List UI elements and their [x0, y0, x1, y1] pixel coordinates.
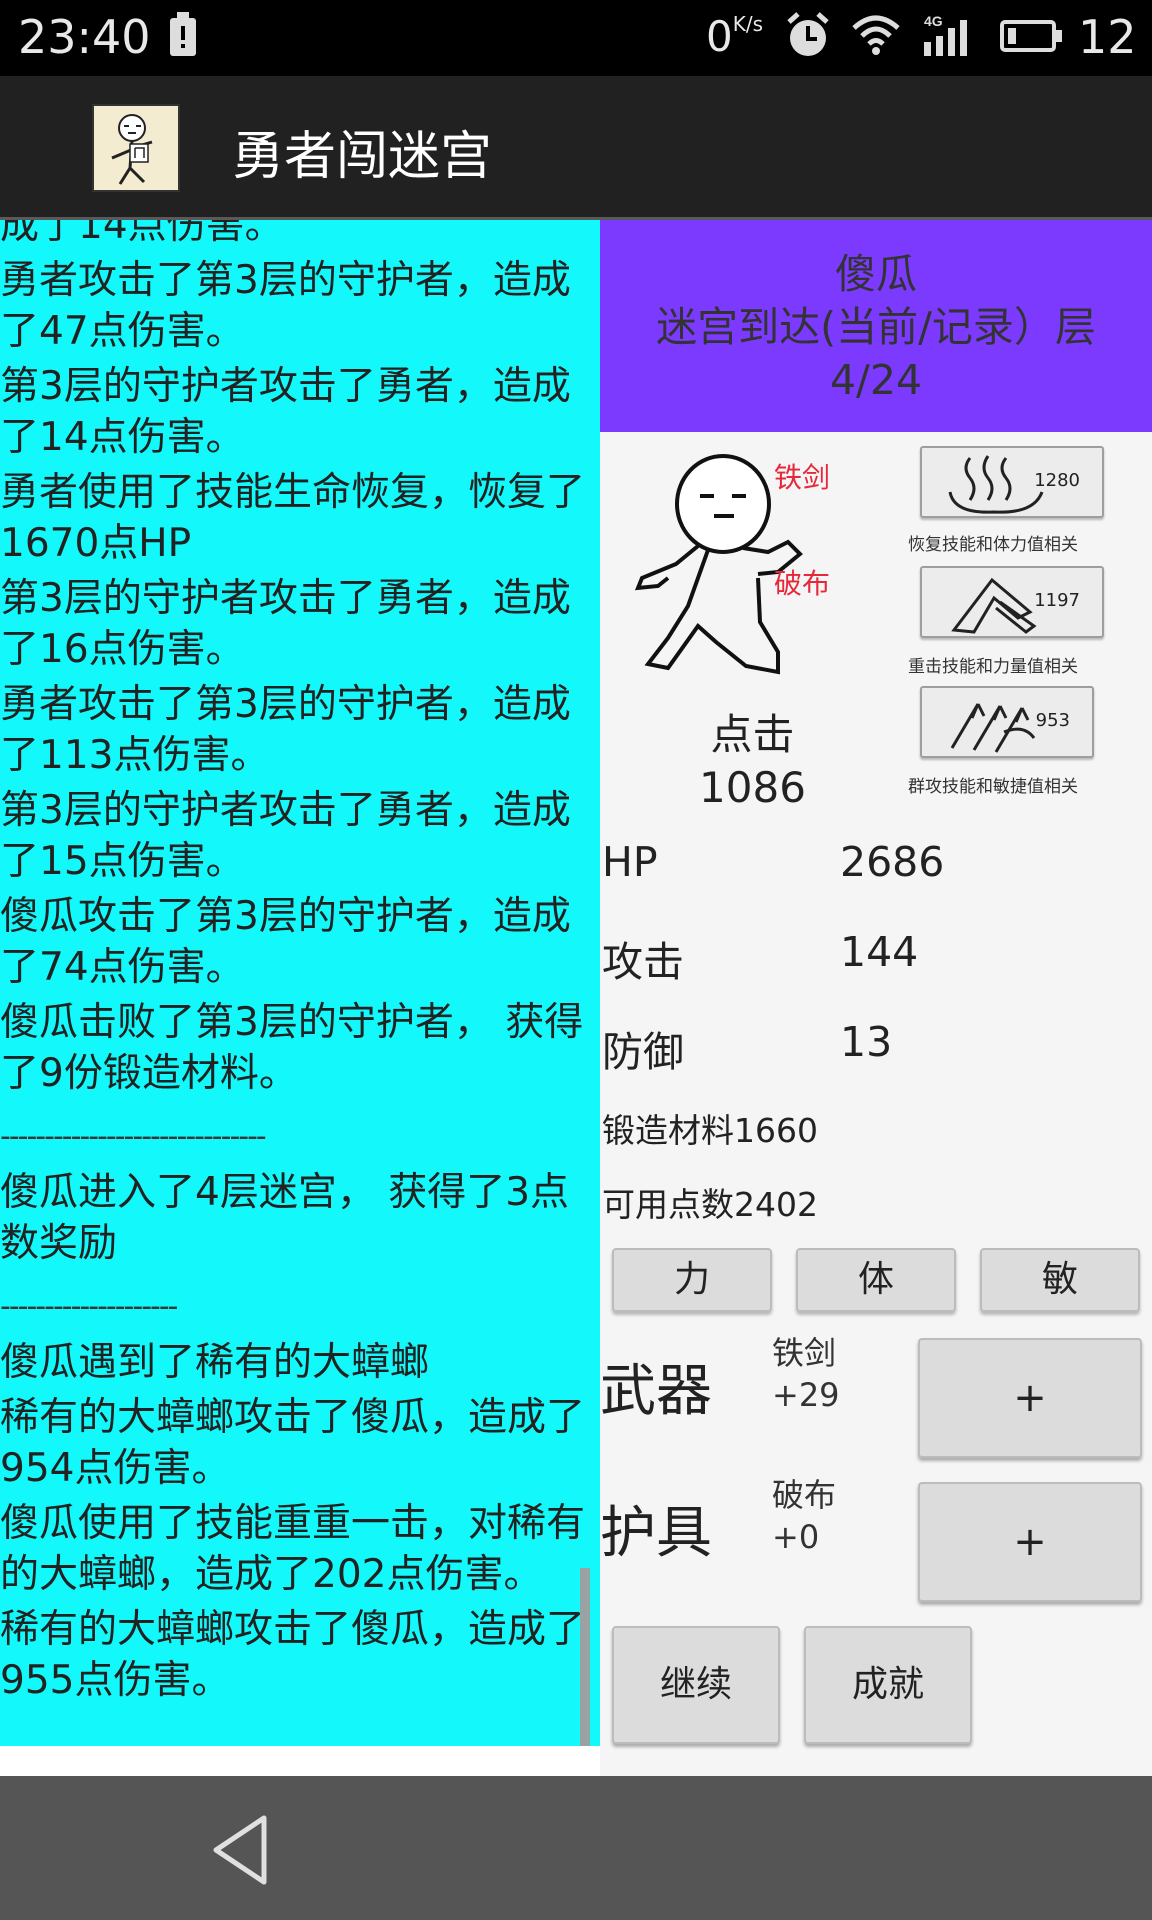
log-bottom-gap	[0, 1746, 600, 1776]
log-divider: --------------------	[0, 1289, 179, 1324]
hero-header: 傻瓜 迷宫到达(当前/记录）层 4/24	[600, 220, 1152, 432]
upgrade-armor-button[interactable]: +	[918, 1482, 1142, 1602]
hp-value: 2686	[840, 838, 945, 886]
signal-type-label: 4G	[924, 13, 943, 29]
click-counter: 点击 1086	[600, 708, 905, 814]
click-label: 点击	[710, 710, 795, 759]
notification-icon	[168, 12, 198, 62]
attack-label: 攻击	[602, 938, 684, 986]
achievement-button[interactable]: 成就	[804, 1626, 972, 1744]
strength-button[interactable]: 力	[612, 1248, 772, 1312]
log-line: 稀有的大蟑螂攻击了傻瓜，造成了954点伤害。	[0, 1395, 586, 1491]
heal-skill-button[interactable]: 1280	[920, 446, 1104, 518]
weapon-bonus: +29	[772, 1376, 840, 1414]
forge-material: 锻造材料1660	[602, 1111, 818, 1150]
log-line: 勇者攻击了第3层的守护者，造成了113点伤害。	[0, 682, 571, 778]
alarm-icon	[786, 12, 830, 64]
status-time: 23:40	[18, 10, 151, 64]
agility-button[interactable]: 敏	[980, 1248, 1140, 1312]
log-line: 傻瓜使用了技能重重一击，对稀有的大蟑螂，造成了202点伤害。	[0, 1501, 586, 1597]
available-points: 可用点数2402	[602, 1185, 818, 1224]
aoe-skill-value: 953	[1035, 710, 1070, 731]
log-line: 傻瓜击败了第3层的守护者， 获得了9份锻造材料。	[0, 1000, 584, 1096]
attack-value: 144	[840, 928, 919, 976]
defense-label: 防御	[602, 1028, 684, 1076]
weapon-label: 武器	[600, 1359, 712, 1424]
log-divider: ------------------------------	[0, 1119, 267, 1154]
battle-log[interactable]: 成了14点伤害。 勇者攻击了第3层的守护者，造成了47点伤害。 第3层的守护者攻…	[0, 220, 600, 1746]
log-line: 傻瓜进入了4层迷宫， 获得了3点数奖励	[0, 1170, 570, 1266]
weapon-info: 铁剑 +29	[772, 1332, 840, 1416]
signal-icon: 4G	[920, 12, 978, 62]
battery-icon	[1000, 18, 1064, 58]
armor-name: 破布	[772, 1476, 837, 1514]
armor-label: 护具	[600, 1501, 712, 1566]
log-line: 稀有的大蟑螂攻击了傻瓜，造成了955点伤害。	[0, 1607, 586, 1703]
weapon-name: 铁剑	[772, 1334, 837, 1372]
constitution-button[interactable]: 体	[796, 1248, 956, 1312]
log-line: 第3层的守护者攻击了勇者，造成了15点伤害。	[0, 788, 571, 884]
back-triangle-icon[interactable]	[208, 1812, 272, 1892]
strike-skill-desc: 重击技能和力量值相关	[908, 657, 1078, 677]
battery-level: 12	[1078, 10, 1137, 64]
armor-info: 破布 +0	[772, 1474, 836, 1558]
hp-label: HP	[602, 838, 658, 886]
status-bar: 23:40 0K/s 4G 12	[0, 0, 1152, 76]
heal-skill-value: 1280	[1034, 470, 1080, 491]
log-line: 傻瓜遇到了稀有的大蟑螂	[0, 1340, 430, 1385]
upgrade-weapon-button[interactable]: +	[918, 1338, 1142, 1458]
click-value: 1086	[699, 763, 806, 812]
log-line: 勇者攻击了第3层的守护者，造成了47点伤害。	[0, 258, 571, 354]
log-line: 勇者使用了技能生命恢复，恢复了1670点HP	[0, 470, 586, 566]
app-title: 勇者闯迷宫	[232, 127, 493, 187]
weapon-tag: 铁剑	[774, 461, 831, 494]
continue-button[interactable]: 继续	[612, 1626, 780, 1744]
armor-bonus: +0	[772, 1518, 820, 1556]
log-line: 第3层的守护者攻击了勇者，造成了14点伤害。	[0, 364, 571, 460]
aoe-skill-button[interactable]: 953	[920, 686, 1094, 758]
net-speed: 0K/s	[706, 12, 764, 61]
heal-skill-desc: 恢复技能和体力值相关	[908, 535, 1078, 555]
app-logo-icon	[92, 104, 180, 192]
navigation-bar	[0, 1776, 1152, 1920]
log-line: 傻瓜攻击了第3层的守护者，造成了74点伤害。	[0, 894, 571, 990]
hero-name: 傻瓜	[835, 250, 917, 298]
armor-tag: 破布	[774, 567, 831, 600]
maze-progress: 4/24	[829, 356, 923, 404]
aoe-skill-desc: 群攻技能和敏捷值相关	[908, 777, 1078, 797]
battle-log-content: 成了14点伤害。 勇者攻击了第3层的守护者，造成了47点伤害。 第3层的守护者攻…	[0, 220, 590, 1710]
action-bar: 勇者闯迷宫	[0, 76, 1152, 220]
strike-skill-value: 1197	[1034, 590, 1080, 611]
log-scrollbar[interactable]	[580, 1568, 590, 1746]
defense-value: 13	[840, 1018, 893, 1066]
wifi-icon	[852, 14, 900, 60]
strike-skill-button[interactable]: 1197	[920, 566, 1104, 638]
log-line: 第3层的守护者攻击了勇者，造成了16点伤害。	[0, 576, 571, 672]
status-panel: 傻瓜 迷宫到达(当前/记录）层 4/24 铁剑 破布 点击 1086 1280 …	[600, 220, 1152, 1776]
log-line: 成了14点伤害。	[0, 220, 284, 248]
maze-label: 迷宫到达(当前/记录）层	[656, 303, 1096, 351]
